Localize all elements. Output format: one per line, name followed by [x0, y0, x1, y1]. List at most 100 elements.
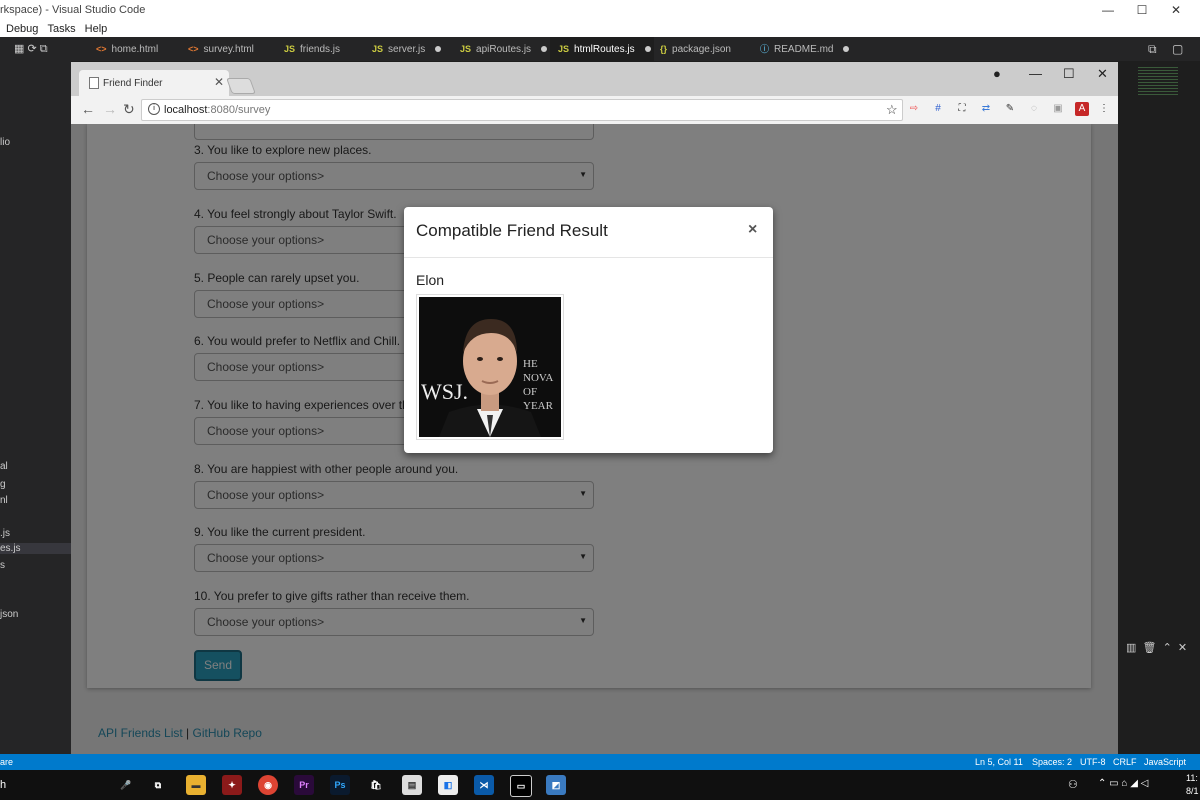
friend-portrait-image: WSJ. HE NOVA OF YEAR [419, 297, 561, 437]
vscode-taskbar-icon[interactable]: ⋊ [474, 775, 494, 795]
photo-backdrop-letters: YEAR [523, 400, 554, 412]
status-eol[interactable]: CRLF [1113, 757, 1137, 767]
tab-friends-js[interactable]: JS friends.js [280, 37, 364, 61]
modal-header: Compatible Friend Result × [404, 207, 773, 258]
address-bar[interactable]: i localhost:8080/survey ☆ [141, 99, 903, 121]
tab-label: package.json [672, 44, 731, 55]
chrome-menu-icon[interactable]: ⋮ [1097, 102, 1111, 116]
js-file-icon: JS [372, 44, 384, 54]
extension-link-icon[interactable]: ⇄ [979, 102, 993, 116]
sidebar-item[interactable]: g [0, 479, 6, 490]
photo-backdrop-letters: NOVA [523, 372, 553, 384]
photoshop-icon[interactable]: Ps [330, 775, 350, 795]
browser-tab-strip: Friend Finder ✕ ● — ☐ ✕ [71, 62, 1118, 96]
extension-pdf-icon[interactable]: A [1075, 102, 1089, 116]
task-view-icon[interactable]: ⧉ [148, 775, 168, 795]
maximize-icon[interactable]: ☐ [1130, 0, 1154, 21]
extension-grid-icon[interactable]: # [931, 102, 945, 116]
info-icon[interactable]: i [148, 103, 160, 115]
tab-readme-md[interactable]: ⓘ README.md [756, 37, 850, 61]
menu-debug[interactable]: Debug [6, 21, 38, 37]
photo-backdrop-letters: HE [523, 358, 538, 370]
tab-label: friends.js [300, 44, 341, 55]
tab-htmlroutes-js[interactable]: JS htmlRoutes.js [550, 37, 654, 61]
minimap[interactable]: ▥ 🗑 ⌃ ✕ [1118, 61, 1200, 754]
json-file-icon: {} [660, 44, 668, 54]
status-indentation[interactable]: Spaces: 2 [1032, 757, 1072, 767]
sidebar-item-selected[interactable]: es.js [0, 543, 71, 554]
status-left[interactable]: are [0, 757, 13, 767]
split-editor-icon[interactable]: ⧉ [1148, 42, 1157, 57]
html-file-icon: <> [96, 44, 107, 54]
extension-arrow-icon[interactable]: ⇨ [907, 102, 921, 116]
sidebar-item[interactable]: s [0, 560, 5, 571]
tab-label: home.html [111, 44, 159, 55]
windows-taskbar: h 🎤 ⧉ ▬ ✦ ◉ Pr Ps 🛍 ▤ ◧ ⋊ ▭ ◩ ⚇ ⌃ ▭ ⌂ ◢ … [0, 770, 1200, 800]
close-icon[interactable]: ✕ [1164, 0, 1188, 21]
sidebar-item[interactable]: json [0, 609, 18, 620]
back-arrow-icon[interactable]: ← [81, 101, 95, 117]
search-box-fragment[interactable]: h [0, 779, 6, 791]
friend-name: Elon [416, 272, 445, 288]
new-tab-button[interactable] [226, 78, 256, 94]
app-icon-white[interactable]: ◧ [438, 775, 458, 795]
chrome-taskbar-icon[interactable]: ◉ [258, 775, 278, 795]
explorer-toolbar-icons[interactable]: ▦ ⟳ ⧉ [14, 42, 48, 56]
tab-package-json[interactable]: {} package.json [656, 37, 748, 61]
page-viewport: 3. You like to explore new places. Choos… [71, 124, 1118, 754]
app-icon-red[interactable]: ✦ [222, 775, 242, 795]
menu-tasks[interactable]: Tasks [47, 21, 75, 37]
extension-screenshot-icon[interactable]: ⛶ [955, 102, 969, 116]
friend-result-modal: Compatible Friend Result × Elon WSJ. HE … [404, 207, 773, 453]
info-file-icon: ⓘ [760, 44, 770, 54]
notepad-icon[interactable]: ▤ [402, 775, 422, 795]
extension-puzzle-icon[interactable]: ▣ [1051, 102, 1065, 116]
sidebar-item[interactable]: .js [0, 528, 10, 539]
app-icon-blue[interactable]: ◩ [546, 775, 566, 795]
minimize-icon[interactable]: — [1096, 0, 1120, 21]
tab-survey-html[interactable]: <> survey.html [184, 37, 276, 61]
reload-icon[interactable]: ↻ [123, 101, 135, 118]
tab-home-html[interactable]: <> home.html [88, 37, 184, 61]
vscode-title-bar: rkspace) - Visual Studio Code — ☐ ✕ [0, 0, 1200, 21]
sidebar-item[interactable]: lio [0, 137, 10, 148]
status-encoding[interactable]: UTF-8 [1080, 757, 1106, 767]
tab-label: htmlRoutes.js [574, 44, 635, 55]
clock-time[interactable]: 11: [1186, 773, 1198, 783]
tab-label: README.md [774, 44, 834, 55]
close-tab-icon[interactable]: ✕ [214, 75, 224, 89]
browser-tab-friend-finder[interactable]: Friend Finder ✕ [79, 70, 229, 96]
people-icon[interactable]: ⚇ [1068, 778, 1078, 791]
panel-controls-icon[interactable]: ▥ 🗑 ⌃ ✕ [1126, 641, 1187, 654]
more-actions-icon[interactable]: ▢ [1172, 42, 1183, 56]
microphone-icon[interactable]: 🎤 [116, 775, 136, 795]
status-language[interactable]: JavaScript [1144, 757, 1186, 767]
terminal-icon[interactable]: ▭ [510, 775, 532, 797]
system-tray-icons[interactable]: ⌃ ▭ ⌂ ◢ ◁ [1098, 778, 1148, 789]
browser-minimize-icon[interactable]: — [1029, 66, 1042, 81]
bookmark-star-icon[interactable]: ☆ [886, 102, 898, 118]
extension-circle-icon[interactable]: ◌ [1027, 102, 1041, 116]
photo-backdrop-letters: OF [523, 386, 537, 398]
document-icon [89, 77, 99, 89]
modal-close-button[interactable]: × [748, 221, 757, 239]
url-host: localhost [164, 104, 208, 116]
sidebar-item[interactable]: nl [0, 495, 8, 506]
profile-icon[interactable]: ● [993, 66, 1001, 81]
store-icon[interactable]: 🛍 [366, 775, 386, 795]
editor-tab-bar: ▦ ⟳ ⧉ <> home.html <> survey.html JS friend… [0, 37, 1200, 61]
forward-arrow-icon[interactable]: → [103, 101, 117, 117]
tab-apiroutes-js[interactable]: JS apiRoutes.js [456, 37, 550, 61]
browser-close-icon[interactable]: ✕ [1097, 66, 1108, 82]
tab-server-js[interactable]: JS server.js [368, 37, 452, 61]
js-file-icon: JS [460, 44, 472, 54]
extension-eyedropper-icon[interactable]: ✎ [1003, 102, 1017, 116]
file-explorer-icon[interactable]: ▬ [186, 775, 206, 795]
browser-maximize-icon[interactable]: ☐ [1063, 66, 1075, 82]
status-cursor-position[interactable]: Ln 5, Col 11 [975, 757, 1023, 767]
menu-help[interactable]: Help [85, 21, 108, 37]
clock-date[interactable]: 8/1 [1186, 786, 1199, 796]
sidebar-item[interactable]: al [0, 461, 8, 472]
premiere-icon[interactable]: Pr [294, 775, 314, 795]
browser-window: Friend Finder ✕ ● — ☐ ✕ ← → ↻ i localhos… [71, 62, 1118, 754]
